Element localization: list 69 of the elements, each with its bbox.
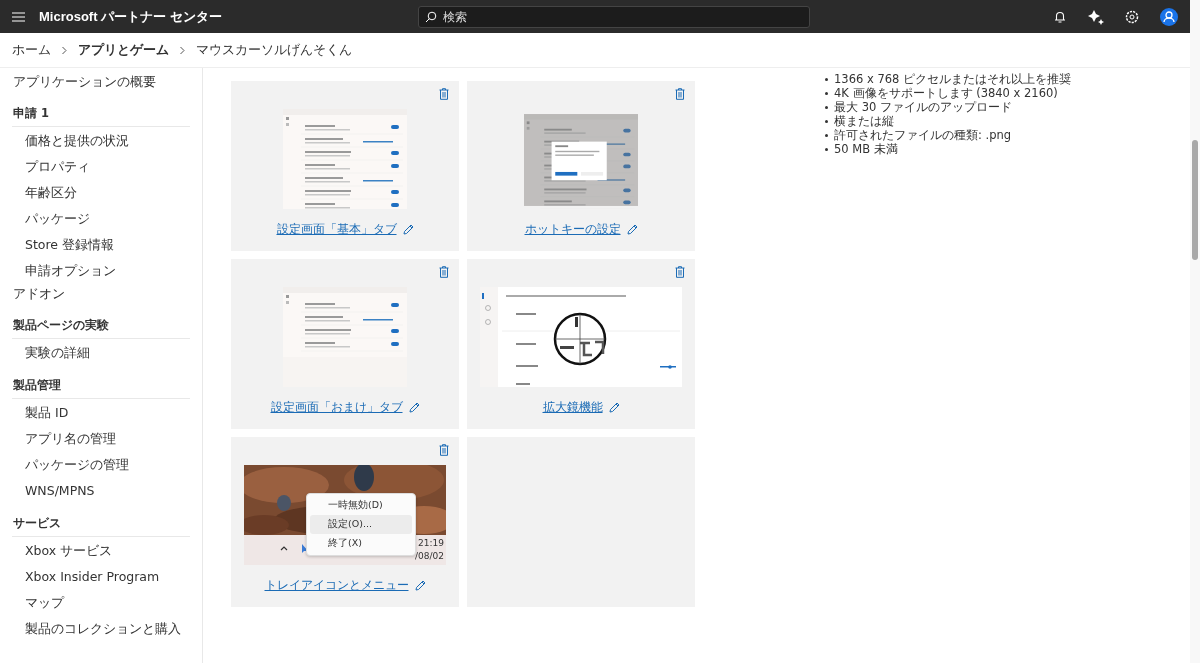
avatar-icon[interactable]: [1160, 7, 1178, 26]
sidebar-item[interactable]: 年齢区分: [0, 179, 202, 205]
clock-date: /08/02: [415, 551, 444, 561]
sidebar-item[interactable]: 製品 ID: [0, 399, 202, 425]
sidebar-item[interactable]: アプリ名の管理: [0, 425, 202, 451]
pencil-icon[interactable]: [608, 402, 620, 413]
breadcrumb-link[interactable]: アプリとゲーム: [78, 41, 169, 59]
menu-item[interactable]: 一時無効(D): [310, 496, 412, 515]
requirement-text: 1366 x 768 ピクセルまたはそれ以上を推奨: [834, 72, 1071, 86]
sidebar-heading: 製品管理: [12, 375, 190, 399]
sidebar-heading: 申請 1: [12, 103, 190, 127]
sidebar-item[interactable]: プロパティ: [0, 153, 202, 179]
clock-time: 21:19: [418, 538, 444, 548]
caption-link[interactable]: トレイアイコンとメニュー: [264, 577, 409, 594]
requirement-text: 4K 画像をサポートします (3840 x 2160): [834, 86, 1058, 100]
menu-icon[interactable]: [12, 11, 25, 22]
sidebar-heading: サービス: [12, 513, 190, 537]
search-icon: [424, 10, 437, 23]
sidebar-item[interactable]: アプリケーションの概要: [0, 71, 202, 93]
sparkle-icon[interactable]: [1088, 8, 1104, 25]
pencil-icon[interactable]: [402, 224, 414, 235]
sidebar-item[interactable]: マップ: [0, 589, 202, 615]
caption-link[interactable]: ホットキーの設定: [524, 221, 621, 238]
trash-icon[interactable]: [675, 88, 685, 100]
bullet-icon: [825, 119, 828, 123]
trash-icon[interactable]: [675, 266, 685, 278]
breadcrumb-link[interactable]: ホーム: [12, 41, 51, 59]
caption-link[interactable]: 設定画面「おまけ」タブ: [270, 399, 403, 416]
caption-link[interactable]: 設定画面「基本」タブ: [276, 221, 397, 238]
sidebar-item[interactable]: パッケージの管理: [0, 451, 202, 477]
sidebar-item[interactable]: アドオン: [0, 283, 202, 305]
requirement-text: 最大 30 ファイルのアップロード: [834, 100, 1012, 114]
search-field[interactable]: 検索: [417, 5, 810, 28]
breadcrumb-link[interactable]: マウスカーソルげんそくん: [196, 41, 352, 59]
requirement-text: 横または縦: [834, 114, 894, 128]
sidebar-item[interactable]: パッケージ: [0, 205, 202, 231]
scrollbar-thumb[interactable]: [1192, 140, 1198, 260]
sidebar-item[interactable]: WNS/MPNS: [0, 477, 202, 503]
sidebar-item[interactable]: 実験の詳細: [0, 339, 202, 365]
trash-icon[interactable]: [439, 444, 449, 456]
chevron-right-icon: [61, 45, 68, 55]
bullet-icon: [825, 77, 828, 81]
settings-icon[interactable]: [1124, 8, 1140, 25]
pencil-icon[interactable]: [408, 402, 420, 413]
caption-link[interactable]: 拡大鏡機能: [542, 399, 603, 416]
pencil-icon[interactable]: [626, 224, 638, 235]
sidebar-heading: 製品ページの実験: [12, 315, 190, 339]
trash-icon[interactable]: [439, 266, 449, 278]
requirement-text: 許可されたファイルの種類: .png: [834, 128, 1012, 142]
pencil-icon[interactable]: [414, 580, 426, 591]
bullet-icon: [825, 147, 828, 151]
menu-item[interactable]: 終了(X): [310, 534, 412, 553]
bullet-icon: [825, 91, 828, 95]
scrollbar[interactable]: [1190, 0, 1200, 663]
trash-icon[interactable]: [439, 88, 449, 100]
cursor-icon[interactable]: [302, 544, 308, 553]
sidebar-item[interactable]: 価格と提供の状況: [0, 127, 202, 153]
sidebar-item[interactable]: 製品のコレクションと購入: [0, 615, 202, 641]
menu-item[interactable]: 設定(O)...: [310, 515, 412, 534]
sidebar-item[interactable]: Xbox Insider Program: [0, 563, 202, 589]
sidebar-item[interactable]: Xbox サービス: [0, 537, 202, 563]
sidebar-item[interactable]: 申請オプション: [0, 257, 202, 283]
bullet-icon: [825, 133, 828, 137]
sidebar-item[interactable]: Store 登録情報: [0, 231, 202, 257]
chevron-right-icon: [179, 45, 186, 55]
chevron-up-icon[interactable]: [280, 545, 288, 551]
bullet-icon: [825, 105, 828, 109]
requirement-text: 50 MB 未満: [834, 142, 898, 156]
app-title[interactable]: Microsoft パートナー センター: [39, 7, 222, 26]
